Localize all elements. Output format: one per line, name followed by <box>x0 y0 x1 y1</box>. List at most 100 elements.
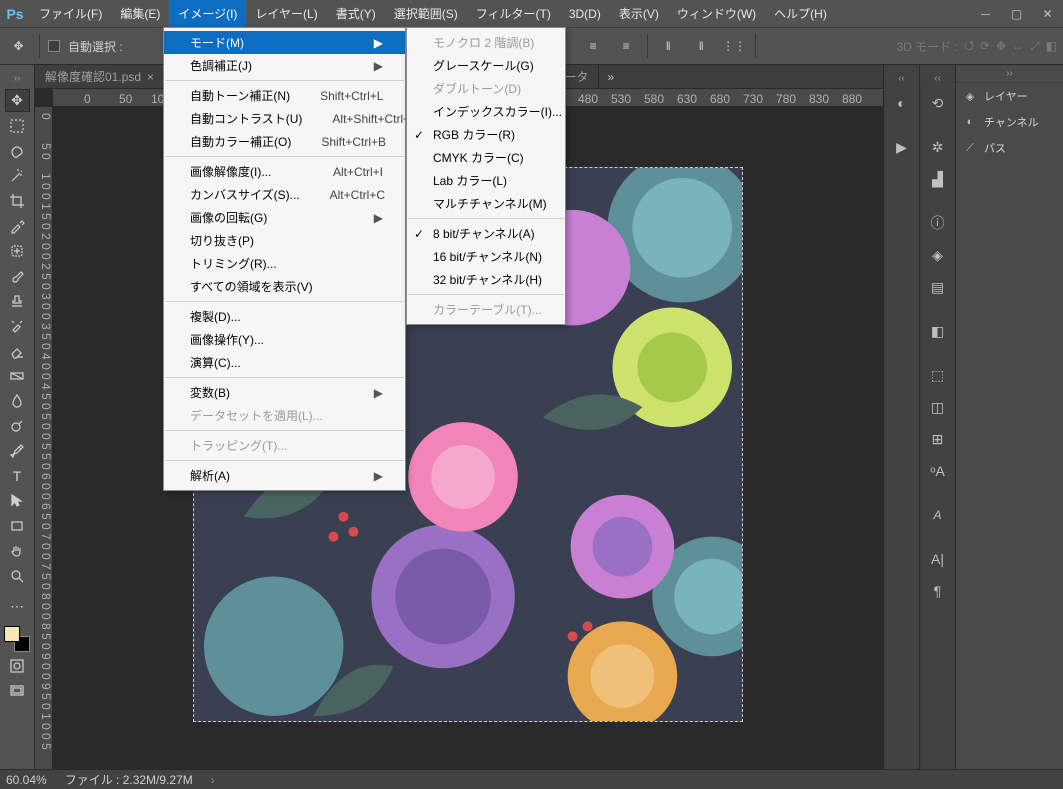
gradient-tool[interactable] <box>5 364 30 387</box>
character-panel-icon[interactable]: ᵒA <box>925 458 951 484</box>
scale-icon[interactable]: ◧ <box>1046 39 1057 53</box>
menu-window[interactable]: ウィンドウ(W) <box>668 0 765 27</box>
panel-collapse[interactable]: ›› <box>956 65 1063 83</box>
tabs-overflow[interactable]: » <box>599 65 622 88</box>
menu-filter[interactable]: フィルター(T) <box>467 0 560 27</box>
dodge-tool[interactable] <box>5 414 30 437</box>
distribute-icon[interactable]: ‖ <box>656 34 681 59</box>
menu-item[interactable]: すべての領域を表示(V) <box>164 275 405 298</box>
menu-view[interactable]: 表示(V) <box>610 0 668 27</box>
maximize-button[interactable]: ▢ <box>1001 0 1032 27</box>
navigator-panel-icon[interactable]: ▤ <box>925 274 951 300</box>
move-tool-icon[interactable]: ✥ <box>6 34 31 59</box>
lasso-tool[interactable] <box>5 139 30 162</box>
pen-tool[interactable] <box>5 439 30 462</box>
menu-item[interactable]: 変数(B)▶ <box>164 381 405 404</box>
menu-item[interactable]: 演算(C)... <box>164 351 405 374</box>
menu-edit[interactable]: 編集(E) <box>111 0 169 27</box>
paragraph-panel-icon[interactable]: A| <box>925 546 951 572</box>
distribute-icon[interactable]: ⋮⋮ <box>722 34 747 59</box>
pan-icon[interactable]: ✥ <box>996 39 1006 53</box>
slide-icon[interactable]: ↔ <box>1012 39 1024 53</box>
autoselect-checkbox[interactable] <box>48 40 60 52</box>
history-panel-icon[interactable]: ⟲ <box>925 90 951 116</box>
orbit-icon[interactable]: ⭯ <box>964 36 974 57</box>
type-tool[interactable]: T <box>5 464 30 487</box>
zoom-tool[interactable] <box>5 564 30 587</box>
styles-panel-icon[interactable]: ◫ <box>925 394 951 420</box>
close-icon[interactable]: × <box>147 70 154 84</box>
menu-item[interactable]: グレースケール(G) <box>407 54 565 77</box>
menu-item[interactable]: 色調補正(J)▶ <box>164 54 405 77</box>
hand-tool[interactable] <box>5 539 30 562</box>
menu-help[interactable]: ヘルプ(H) <box>765 0 836 27</box>
wand-tool[interactable] <box>5 164 30 187</box>
menu-3d[interactable]: 3D(D) <box>560 0 610 27</box>
menu-item[interactable]: Lab カラー(L) <box>407 169 565 192</box>
menu-item[interactable]: モード(M)▶ <box>164 31 405 54</box>
minimize-button[interactable]: ─ <box>970 0 1001 27</box>
menu-item[interactable]: 解析(A)▶ <box>164 464 405 487</box>
menu-item[interactable]: 自動トーン補正(N)Shift+Ctrl+L <box>164 84 405 107</box>
menu-item[interactable]: 32 bit/チャンネル(H) <box>407 268 565 291</box>
screenmode-toggle[interactable] <box>5 679 30 702</box>
align-center-icon[interactable]: ≡ <box>581 34 606 59</box>
crop-tool[interactable] <box>5 189 30 212</box>
move-tool[interactable]: ✥ <box>5 89 30 112</box>
color-swatches[interactable] <box>4 626 30 652</box>
rectangle-tool[interactable] <box>5 514 30 537</box>
menu-item[interactable]: 画像操作(Y)... <box>164 328 405 351</box>
brushes-panel-icon[interactable]: ▟ <box>925 166 951 192</box>
doc-tab[interactable]: 解像度確認01.psd× <box>35 65 165 88</box>
distribute-icon[interactable]: ‖ <box>689 34 714 59</box>
properties-panel-icon[interactable]: ◈ <box>925 242 951 268</box>
info-panel-icon[interactable]: ⓘ <box>925 210 951 236</box>
menu-item[interactable]: 画像の回転(G)▶ <box>164 206 405 229</box>
menu-item[interactable]: 自動コントラスト(U)Alt+Shift+Ctrl+L <box>164 107 405 130</box>
menu-file[interactable]: ファイル(F) <box>30 0 111 27</box>
ruler-vertical[interactable]: 05 01 0 01 5 02 0 02 5 03 0 03 5 04 0 04… <box>35 107 53 769</box>
menu-item[interactable]: 16 bit/チャンネル(N) <box>407 245 565 268</box>
eraser-tool[interactable] <box>5 339 30 362</box>
layers-panel-button[interactable]: ◈ レイヤー <box>956 83 1063 109</box>
menu-item[interactable]: カンバスサイズ(S)...Alt+Ctrl+C <box>164 183 405 206</box>
panel-collapse[interactable]: ‹‹ <box>884 69 919 87</box>
menu-item[interactable]: 切り抜き(P) <box>164 229 405 252</box>
eyedropper-tool[interactable] <box>5 214 30 237</box>
actions-panel-icon[interactable]: ✲ <box>925 134 951 160</box>
path-select-tool[interactable] <box>5 489 30 512</box>
menu-item[interactable]: マルチチャンネル(M) <box>407 192 565 215</box>
menu-select[interactable]: 選択範囲(S) <box>385 0 467 27</box>
menu-item[interactable]: 複製(D)... <box>164 305 405 328</box>
glyph-panel-icon[interactable]: A <box>925 502 951 528</box>
menu-item[interactable]: ✓RGB カラー(R) <box>407 123 565 146</box>
close-button[interactable]: ✕ <box>1032 0 1063 27</box>
file-size[interactable]: ファイル : 2.32M/9.27M <box>65 771 193 788</box>
libraries-panel-icon[interactable]: ▶ <box>889 134 915 160</box>
brush-tool[interactable] <box>5 264 30 287</box>
zoom-icon[interactable]: ⤢ <box>1030 39 1040 54</box>
status-more-icon[interactable]: › <box>211 773 215 787</box>
panel-collapse[interactable]: ‹‹ <box>920 69 955 87</box>
align-right-icon[interactable]: ≡ <box>614 34 639 59</box>
history-brush-tool[interactable] <box>5 314 30 337</box>
swatches-panel-icon[interactable]: ⊞ <box>925 426 951 452</box>
blur-tool[interactable] <box>5 389 30 412</box>
quickmask-toggle[interactable] <box>5 654 30 677</box>
marquee-tool[interactable] <box>5 114 30 137</box>
menu-item[interactable]: 画像解像度(I)...Alt+Ctrl+I <box>164 160 405 183</box>
menu-type[interactable]: 書式(Y) <box>327 0 385 27</box>
menu-item[interactable]: トリミング(R)... <box>164 252 405 275</box>
channels-panel-button[interactable]: ◐ チャンネル <box>956 109 1063 135</box>
menu-image[interactable]: イメージ(I) <box>169 0 246 27</box>
menu-item[interactable]: インデックスカラー(I)... <box>407 100 565 123</box>
stamp-tool[interactable] <box>5 289 30 312</box>
menu-item[interactable]: 自動カラー補正(O)Shift+Ctrl+B <box>164 130 405 153</box>
healing-tool[interactable] <box>5 239 30 262</box>
toolbox-collapse[interactable]: ›› <box>0 69 34 87</box>
menu-layer[interactable]: レイヤー(L) <box>246 0 326 27</box>
color-panel-icon[interactable]: ◐ <box>889 90 915 116</box>
roll-icon[interactable]: ⟳ <box>980 39 990 53</box>
paragraph-styles-icon[interactable]: ¶ <box>925 578 951 604</box>
menu-item[interactable]: ✓8 bit/チャンネル(A) <box>407 222 565 245</box>
